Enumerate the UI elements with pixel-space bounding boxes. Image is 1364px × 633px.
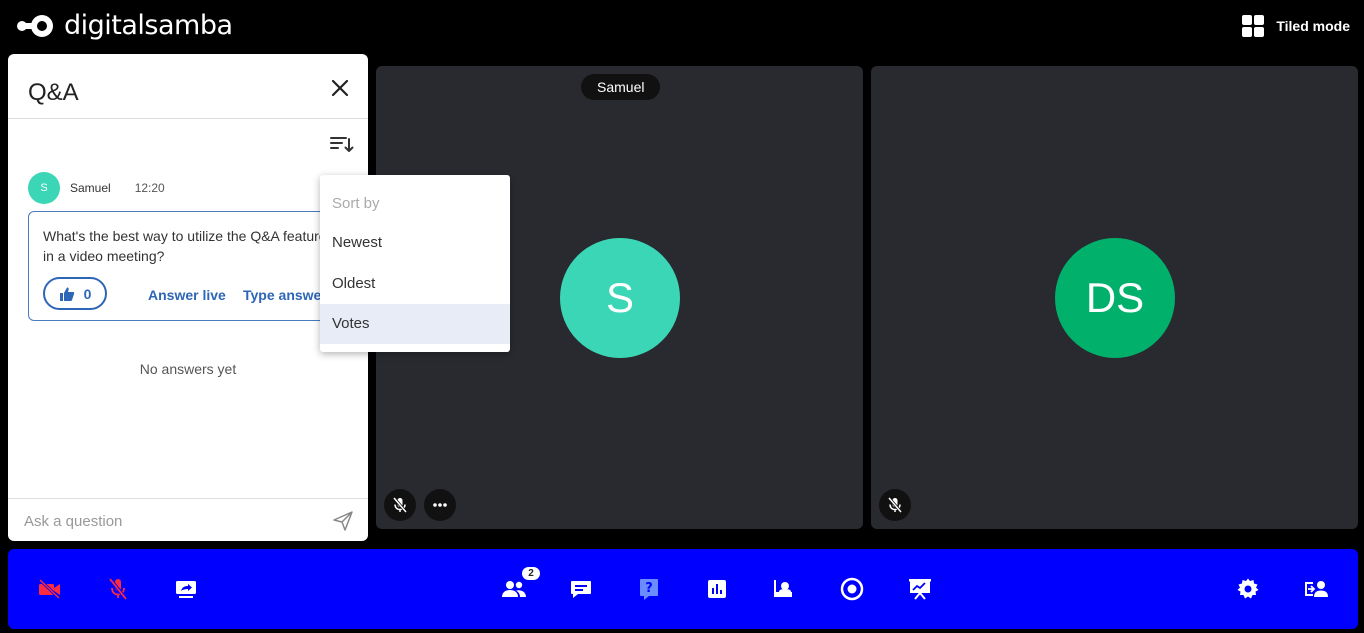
user-switch-icon xyxy=(1305,581,1328,597)
tiled-mode-label: Tiled mode xyxy=(1276,18,1350,34)
chat-icon xyxy=(571,581,591,598)
qa-button[interactable]: ? xyxy=(635,575,663,603)
video-tile-ds[interactable]: DS xyxy=(871,66,1358,529)
svg-text:?: ? xyxy=(645,581,653,596)
mic-off-icon xyxy=(392,497,408,513)
record-icon xyxy=(840,577,864,601)
mic-toggle-button[interactable] xyxy=(104,575,132,603)
participant-avatar: S xyxy=(560,238,680,358)
close-icon[interactable] xyxy=(330,78,350,98)
camera-off-icon xyxy=(38,578,61,600)
question-time: 12:20 xyxy=(134,181,165,195)
qa-title: Q&A xyxy=(28,79,79,106)
grid-icon xyxy=(1242,15,1265,37)
ask-bar xyxy=(8,498,368,541)
thumbs-up-icon xyxy=(59,287,74,301)
participant-name-tag: Samuel xyxy=(581,74,661,100)
more-icon xyxy=(433,503,447,507)
poll-icon xyxy=(708,580,726,598)
sort-option-votes[interactable]: Votes xyxy=(320,304,510,344)
logo: digitalsamba xyxy=(16,10,233,41)
answer-live-button[interactable]: Answer live xyxy=(148,287,226,303)
upvote-button[interactable]: 0 xyxy=(43,277,107,310)
logo-icon xyxy=(17,14,53,37)
sort-icon[interactable] xyxy=(330,134,354,154)
qa-header: Q&A xyxy=(8,54,368,119)
question-card: What's the best way to utilize the Q&A f… xyxy=(28,211,350,321)
qa-panel: Q&A S Samuel 12:20 What's the best way t… xyxy=(8,54,368,541)
sort-dropdown: Sort by Newest Oldest Votes xyxy=(320,175,510,352)
raise-hand-button[interactable] xyxy=(770,575,798,603)
participants-button[interactable]: 2 xyxy=(500,567,540,603)
vote-count: 0 xyxy=(83,285,92,302)
type-answer-button[interactable]: Type answer xyxy=(243,287,331,303)
mic-off-icon xyxy=(108,577,128,601)
brand-name: digitalsamba xyxy=(64,10,233,41)
participants-count-badge: 2 xyxy=(522,567,540,580)
question-author: S Samuel 12:20 xyxy=(28,172,165,204)
question-text: What's the best way to utilize the Q&A f… xyxy=(43,228,327,264)
participants-icon xyxy=(502,581,526,597)
participant-avatar: DS xyxy=(1055,238,1175,358)
send-icon[interactable] xyxy=(332,510,354,532)
ask-question-input[interactable] xyxy=(24,507,314,535)
screen-share-icon xyxy=(176,581,196,598)
tiled-mode-button[interactable]: Tiled mode xyxy=(1242,15,1350,37)
presentation-icon xyxy=(909,579,931,600)
top-bar: digitalsamba Tiled mode xyxy=(0,0,1364,52)
author-name: Samuel xyxy=(70,181,111,195)
settings-button[interactable] xyxy=(1234,575,1262,603)
mic-muted-button[interactable] xyxy=(879,489,911,521)
sort-by-header: Sort by xyxy=(332,195,380,212)
mic-off-icon xyxy=(887,497,903,513)
user-hand-icon xyxy=(774,580,792,597)
qa-icon: ? xyxy=(640,579,658,600)
mic-muted-button[interactable] xyxy=(384,489,416,521)
polls-button[interactable] xyxy=(703,575,731,603)
chat-button[interactable] xyxy=(567,575,595,603)
sort-option-newest[interactable]: Newest xyxy=(320,223,510,263)
switch-layout-button[interactable] xyxy=(1302,575,1330,603)
no-answers-text: No answers yet xyxy=(139,361,237,377)
record-button[interactable] xyxy=(838,575,866,603)
sort-option-oldest[interactable]: Oldest xyxy=(320,264,510,304)
screen-share-button[interactable] xyxy=(172,575,200,603)
camera-toggle-button[interactable] xyxy=(36,575,64,603)
avatar: S xyxy=(28,172,60,204)
bottom-toolbar: 2 ? xyxy=(8,549,1358,629)
more-options-button[interactable] xyxy=(424,489,456,521)
whiteboard-button[interactable] xyxy=(906,575,934,603)
gear-icon xyxy=(1237,578,1259,599)
